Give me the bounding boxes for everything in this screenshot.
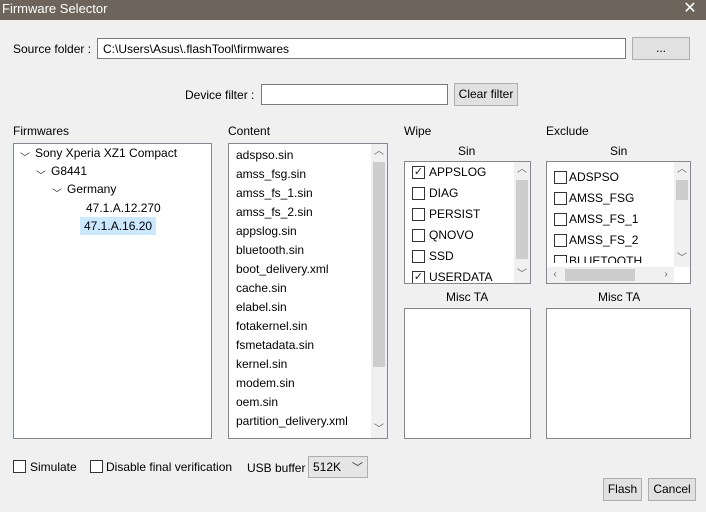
wipe-sin-header: Sin — [458, 144, 476, 158]
list-item[interactable]: boot_delivery.xml — [236, 262, 328, 276]
close-icon[interactable]: ✕ — [682, 0, 698, 18]
chevron-down-icon[interactable]: ﹀ — [36, 167, 46, 182]
scroll-thumb[interactable] — [565, 269, 635, 281]
list-item[interactable]: adspso.sin — [236, 148, 293, 162]
tree-item-device[interactable]: Sony Xperia XZ1 Compact — [35, 146, 177, 160]
scroll-right-icon[interactable]: › — [658, 267, 674, 283]
list-item[interactable]: fsmetadata.sin — [236, 338, 314, 352]
list-item[interactable]: partition_delivery.xml — [236, 414, 348, 428]
title-bar: Firmware Selector ✕ — [0, 0, 706, 20]
exclude-label: Exclude — [546, 124, 589, 138]
scroll-up-icon[interactable]: ︿ — [514, 162, 530, 178]
scroll-thumb[interactable] — [516, 180, 528, 259]
flash-button[interactable]: Flash — [603, 478, 642, 501]
list-item[interactable]: appslog.sin — [236, 224, 297, 238]
scroll-left-icon[interactable]: ‹ — [547, 267, 563, 283]
chevron-down-icon[interactable]: ﹀ — [52, 185, 62, 200]
list-item[interactable]: amss_fs_1.sin — [236, 186, 313, 200]
wipe-misc-header: Misc TA — [446, 290, 489, 304]
wipe-misc-list — [404, 308, 531, 439]
content-vertical-scrollbar[interactable]: ︿ ﹀ — [371, 144, 387, 438]
wipe-vertical-scrollbar[interactable]: ︿ ﹀ — [514, 162, 530, 283]
tree-item-version-selected[interactable]: 47.1.A.16.20 — [80, 217, 157, 235]
content-list: adspso.sin amss_fsg.sin amss_fs_1.sin am… — [228, 143, 388, 439]
source-folder-input[interactable]: C:\Users\Asus\.flashTool\firmwares — [97, 38, 626, 59]
checkbox-qnovo[interactable] — [412, 229, 425, 242]
cancel-button[interactable]: Cancel — [648, 478, 696, 501]
list-item[interactable]: modem.sin — [236, 376, 295, 390]
list-item[interactable]: cache.sin — [236, 281, 287, 295]
exclude-sin-header: Sin — [610, 144, 628, 158]
list-item[interactable]: elabel.sin — [236, 300, 287, 314]
checkbox-ssd[interactable] — [412, 250, 425, 263]
list-item[interactable]: amss_fsg.sin — [236, 167, 306, 181]
clear-filter-button[interactable]: Clear filter — [454, 83, 518, 106]
scroll-thumb[interactable] — [373, 162, 385, 367]
wipe-sin-list: ✓ APPSLOG DIAG PERSIST QNOVO SSD ✓ USERD… — [404, 161, 531, 284]
simulate-checkbox[interactable] — [13, 460, 26, 473]
checkbox-appslog[interactable]: ✓ — [412, 166, 425, 179]
checkbox-bluetooth[interactable] — [554, 255, 567, 263]
chevron-down-icon[interactable]: ﹀ — [20, 149, 30, 164]
disable-verification-checkbox[interactable] — [90, 460, 103, 473]
exclude-vertical-scrollbar[interactable]: ︿ ﹀ — [674, 162, 690, 267]
checkbox-persist[interactable] — [412, 208, 425, 221]
simulate-label: Simulate — [30, 460, 77, 474]
usb-buffer-label: USB buffer — [247, 461, 306, 475]
checkbox-amss-fs-2[interactable] — [554, 234, 567, 247]
exclude-item-label: BLUETOOTH — [569, 254, 643, 263]
wipe-item-label: DIAG — [429, 186, 459, 200]
checkbox-userdata[interactable]: ✓ — [412, 271, 425, 283]
firmwares-tree: ﹀ Sony Xperia XZ1 Compact ﹀ G8441 ﹀ Germ… — [13, 143, 212, 439]
list-item[interactable]: bluetooth.sin — [236, 243, 304, 257]
disable-verification-label: Disable final verification — [106, 460, 233, 474]
exclude-sin-list: ADSPSO AMSS_FSG AMSS_FS_1 AMSS_FS_2 BLUE… — [546, 161, 691, 284]
exclude-misc-list — [546, 308, 691, 439]
tree-item-model[interactable]: G8441 — [51, 164, 87, 178]
list-item[interactable]: fotakernel.sin — [236, 319, 307, 333]
checkbox-adspso[interactable] — [554, 171, 567, 184]
wipe-item-label: SSD — [429, 249, 454, 263]
checkbox-diag[interactable] — [412, 187, 425, 200]
device-filter-input[interactable] — [261, 84, 448, 105]
list-item[interactable]: oem.sin — [236, 395, 278, 409]
content-label: Content — [228, 124, 271, 138]
tree-item-version[interactable]: 47.1.A.12.270 — [83, 200, 164, 216]
wipe-label: Wipe — [404, 124, 432, 138]
device-filter-label: Device filter : — [185, 88, 255, 102]
window-title: Firmware Selector — [2, 1, 108, 16]
scroll-up-icon[interactable]: ︿ — [371, 144, 387, 160]
usb-buffer-value: 512K — [313, 460, 342, 474]
checkbox-amss-fs-1[interactable] — [554, 213, 567, 226]
scroll-down-icon[interactable]: ﹀ — [371, 422, 387, 438]
firmwares-label: Firmwares — [13, 124, 69, 138]
checkbox-amss-fsg[interactable] — [554, 192, 567, 205]
exclude-item-label: AMSS_FSG — [569, 191, 635, 205]
exclude-item-label: ADSPSO — [569, 170, 620, 184]
usb-buffer-select[interactable]: 512K ﹀ — [308, 456, 368, 478]
list-item[interactable]: amss_fs_2.sin — [236, 205, 313, 219]
tree-item-region[interactable]: Germany — [67, 182, 116, 196]
exclude-horizontal-scrollbar[interactable]: ‹ › — [547, 267, 674, 283]
scroll-thumb[interactable] — [676, 180, 688, 200]
scroll-up-icon[interactable]: ︿ — [674, 162, 690, 178]
wipe-item-label: PERSIST — [429, 207, 481, 221]
exclude-item-label: AMSS_FS_2 — [569, 233, 639, 247]
scroll-down-icon[interactable]: ﹀ — [674, 251, 690, 267]
wipe-item-label: APPSLOG — [429, 165, 487, 179]
exclude-misc-header: Misc TA — [598, 290, 641, 304]
wipe-item-label: QNOVO — [429, 228, 474, 242]
firmware-selector-window: Firmware Selector ✕ Source folder : C:\U… — [0, 0, 706, 512]
source-folder-label: Source folder : — [13, 42, 92, 56]
wipe-item-label: USERDATA — [429, 270, 493, 284]
exclude-partial-row: BLUETOOTH — [547, 250, 674, 263]
exclude-item-label: AMSS_FS_1 — [569, 212, 639, 226]
list-item[interactable]: kernel.sin — [236, 357, 287, 371]
chevron-down-icon: ﹀ — [352, 462, 363, 474]
browse-button[interactable]: ... — [632, 37, 690, 60]
scroll-down-icon[interactable]: ﹀ — [514, 267, 530, 283]
